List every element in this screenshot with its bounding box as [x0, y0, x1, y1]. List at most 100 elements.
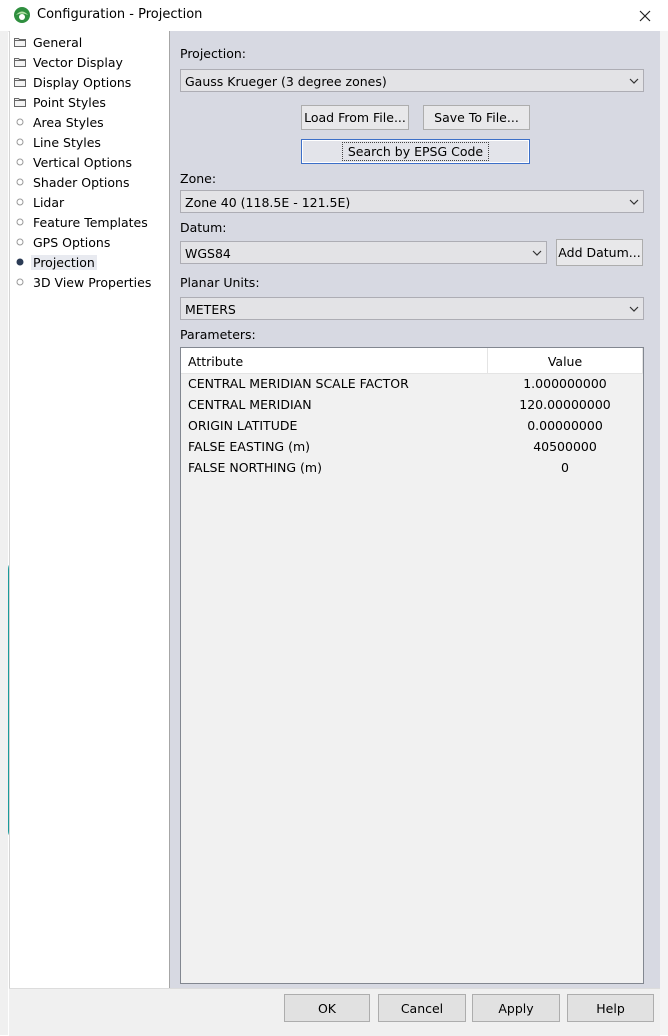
zone-value: Zone 40 (118.5E - 121.5E) — [185, 195, 351, 210]
table-row[interactable]: FALSE NORTHING (m) 0 — [181, 457, 643, 478]
tree-item-general[interactable]: General — [10, 32, 169, 52]
apply-button[interactable]: Apply — [472, 994, 560, 1022]
circle-icon — [16, 158, 24, 166]
tree-item-lidar[interactable]: Lidar — [10, 192, 169, 212]
tree-item-label: Vertical Options — [33, 155, 132, 170]
projection-label: Projection: — [180, 46, 247, 61]
tree-item-3d-view-properties[interactable]: 3D View Properties — [10, 272, 169, 292]
help-label: Help — [596, 1000, 625, 1016]
cancel-button[interactable]: Cancel — [378, 994, 466, 1022]
column-header-attribute[interactable]: Attribute — [188, 354, 243, 369]
folder-icon — [14, 78, 26, 87]
planar-units-value: METERS — [185, 302, 236, 317]
window-title: Configuration - Projection — [37, 7, 203, 22]
tree-item-label: Lidar — [33, 195, 65, 210]
value-cell: 0.00000000 — [527, 418, 603, 433]
projection-panel: Projection: Gauss Krueger (3 degree zone… — [170, 31, 660, 988]
apply-label: Apply — [498, 1000, 534, 1016]
circle-icon — [16, 118, 24, 126]
planar-units-select[interactable]: METERS — [180, 297, 644, 320]
table-header: Attribute Value — [181, 348, 643, 374]
close-button[interactable] — [622, 0, 668, 31]
datum-label: Datum: — [180, 220, 227, 235]
ok-button[interactable]: OK — [284, 994, 370, 1022]
chevron-down-icon — [629, 78, 639, 84]
circle-icon — [16, 218, 24, 226]
folder-icon — [14, 58, 26, 67]
config-tree: General Vector Display Display Options P… — [9, 31, 170, 988]
datum-select[interactable]: WGS84 — [180, 241, 547, 264]
tree-item-label: 3D View Properties — [33, 275, 152, 290]
tree-item-display-options[interactable]: Display Options — [10, 72, 169, 92]
load-from-file-label: Load From File... — [304, 110, 406, 125]
parameters-table: Attribute Value CENTRAL MERIDIAN SCALE F… — [180, 347, 644, 984]
tree-item-line-styles[interactable]: Line Styles — [10, 132, 169, 152]
zone-label: Zone: — [180, 171, 217, 186]
app-globe-icon — [14, 7, 30, 23]
tree-item-vector-display[interactable]: Vector Display — [10, 52, 169, 72]
save-to-file-button[interactable]: Save To File... — [423, 105, 530, 130]
attribute-cell: CENTRAL MERIDIAN SCALE FACTOR — [188, 376, 409, 391]
projection-select[interactable]: Gauss Krueger (3 degree zones) — [180, 69, 644, 92]
chevron-down-icon — [629, 306, 639, 312]
value-cell: 120.00000000 — [519, 397, 611, 412]
circle-icon — [16, 238, 24, 246]
zone-select[interactable]: Zone 40 (118.5E - 121.5E) — [180, 190, 644, 213]
tree-item-label: Vector Display — [33, 55, 123, 70]
window-edge-left — [0, 31, 8, 1035]
ok-label: OK — [317, 1000, 337, 1016]
tree-item-label: Display Options — [33, 75, 132, 90]
tree-item-point-styles[interactable]: Point Styles — [10, 92, 169, 112]
tree-item-area-styles[interactable]: Area Styles — [10, 112, 169, 132]
datum-value: WGS84 — [185, 246, 231, 261]
chevron-down-icon — [629, 199, 639, 205]
save-to-file-label: Save To File... — [434, 110, 519, 125]
attribute-cell: CENTRAL MERIDIAN — [188, 397, 312, 412]
planar-units-label: Planar Units: — [180, 275, 260, 290]
table-row[interactable]: CENTRAL MERIDIAN SCALE FACTOR 1.00000000… — [181, 373, 643, 394]
tree-item-label: Shader Options — [33, 175, 130, 190]
help-button[interactable]: Help — [567, 994, 654, 1022]
table-row[interactable]: FALSE EASTING (m) 40500000 — [181, 436, 643, 457]
tree-item-shader-options[interactable]: Shader Options — [10, 172, 169, 192]
tree-item-projection[interactable]: Projection — [10, 252, 169, 272]
tree-item-label: Feature Templates — [33, 215, 148, 230]
value-cell: 40500000 — [533, 439, 597, 454]
projection-value: Gauss Krueger (3 degree zones) — [185, 74, 387, 89]
add-datum-button[interactable]: Add Datum... — [556, 239, 643, 266]
tree-item-label: Line Styles — [33, 135, 101, 150]
folder-icon — [14, 98, 26, 107]
attribute-cell: FALSE EASTING (m) — [188, 439, 311, 454]
circle-icon — [16, 198, 24, 206]
column-divider — [642, 348, 643, 373]
tree-item-label: Point Styles — [33, 95, 106, 110]
circle-icon — [16, 178, 24, 186]
search-by-epsg-label: Search by EPSG Code — [341, 142, 490, 161]
tree-item-vertical-options[interactable]: Vertical Options — [10, 152, 169, 172]
filled-circle-icon — [16, 258, 24, 266]
circle-icon — [16, 278, 24, 286]
folder-icon — [14, 38, 26, 47]
search-by-epsg-button[interactable]: Search by EPSG Code — [301, 139, 530, 164]
close-icon — [639, 10, 651, 21]
load-from-file-button[interactable]: Load From File... — [301, 105, 409, 130]
add-datum-label: Add Datum... — [558, 245, 641, 260]
attribute-cell: FALSE NORTHING (m) — [188, 460, 322, 475]
cancel-label: Cancel — [400, 1000, 444, 1016]
dialog-button-bar: OK Cancel Apply Help — [9, 988, 660, 1036]
tree-item-gps-options[interactable]: GPS Options — [10, 232, 169, 252]
chevron-down-icon — [532, 250, 542, 256]
window-edge-right — [660, 31, 668, 1035]
attribute-cell: ORIGIN LATITUDE — [188, 418, 298, 433]
table-row[interactable]: CENTRAL MERIDIAN 120.00000000 — [181, 394, 643, 415]
table-row[interactable]: ORIGIN LATITUDE 0.00000000 — [181, 415, 643, 436]
tree-item-label: Area Styles — [33, 115, 104, 130]
tree-item-feature-templates[interactable]: Feature Templates — [10, 212, 169, 232]
value-cell: 1.000000000 — [523, 376, 607, 391]
parameters-label: Parameters: — [180, 327, 256, 342]
column-header-value[interactable]: Value — [487, 354, 643, 369]
title-bar: Configuration - Projection — [0, 0, 668, 32]
tree-item-label: Projection — [31, 255, 97, 270]
tree-item-label: General — [33, 35, 83, 50]
value-cell: 0 — [561, 460, 569, 475]
